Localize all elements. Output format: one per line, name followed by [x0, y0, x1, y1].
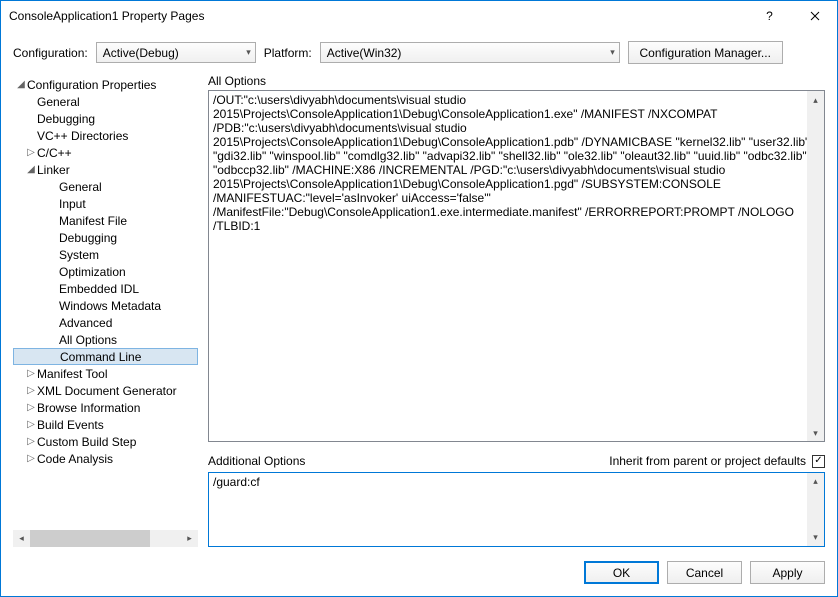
tree-item-browseinfo[interactable]: ▷Browse Information — [13, 399, 198, 416]
scroll-right-icon[interactable]: ▸ — [181, 530, 198, 547]
expand-icon: ▷ — [25, 419, 37, 430]
tree-item-linker-debugging[interactable]: Debugging — [13, 229, 198, 246]
inherit-label: Inherit from parent or project defaults — [609, 454, 806, 468]
all-options-label: All Options — [208, 74, 825, 88]
expand-icon: ▷ — [25, 402, 37, 413]
property-pages-dialog: ConsoleApplication1 Property Pages ? Con… — [0, 0, 838, 597]
all-options-textbox[interactable]: /OUT:"c:\users\divyabh\documents\visual … — [208, 90, 825, 442]
tree-item-ccpp[interactable]: ▷C/C++ — [13, 144, 198, 161]
scroll-thumb[interactable] — [30, 530, 150, 547]
tree-item-manifest-tool[interactable]: ▷Manifest Tool — [13, 365, 198, 382]
tree-item-general[interactable]: General — [13, 93, 198, 110]
tree-panel: ◢Configuration Properties General Debugg… — [13, 72, 198, 547]
tree-item-linker-winmeta[interactable]: Windows Metadata — [13, 297, 198, 314]
tree-item-linker-general[interactable]: General — [13, 178, 198, 195]
configuration-manager-button[interactable]: Configuration Manager... — [628, 41, 783, 64]
tree-root[interactable]: ◢Configuration Properties — [13, 76, 198, 93]
dialog-footer: OK Cancel Apply — [1, 551, 837, 596]
scroll-track[interactable] — [30, 530, 181, 547]
config-row: Configuration: Active(Debug) ▾ Platform:… — [1, 31, 837, 72]
scroll-down-icon[interactable]: ▾ — [807, 424, 824, 441]
inherit-checkbox-row: Inherit from parent or project defaults … — [609, 454, 825, 468]
tree-item-linker[interactable]: ◢Linker — [13, 161, 198, 178]
tree-item-buildevents[interactable]: ▷Build Events — [13, 416, 198, 433]
additional-options-row: Additional Options Inherit from parent o… — [208, 452, 825, 470]
tree-item-linker-alloptions[interactable]: All Options — [13, 331, 198, 348]
tree-item-vcdirs[interactable]: VC++ Directories — [13, 127, 198, 144]
vscroll-track[interactable] — [807, 91, 824, 441]
close-button[interactable] — [792, 2, 837, 31]
configuration-combo[interactable]: Active(Debug) ▾ — [96, 42, 256, 63]
titlebar: ConsoleApplication1 Property Pages ? — [1, 1, 837, 31]
help-button[interactable]: ? — [747, 2, 792, 31]
platform-value: Active(Win32) — [327, 46, 402, 60]
additional-options-value: /guard:cf — [213, 475, 260, 489]
scroll-down-icon[interactable]: ▾ — [807, 529, 824, 546]
window-title: ConsoleApplication1 Property Pages — [9, 9, 747, 23]
additional-options-label: Additional Options — [208, 454, 305, 468]
platform-combo[interactable]: Active(Win32) ▾ — [320, 42, 620, 63]
configuration-label: Configuration: — [13, 46, 88, 60]
tree-item-custombuild[interactable]: ▷Custom Build Step — [13, 433, 198, 450]
inherit-checkbox[interactable]: ✓ — [812, 455, 825, 468]
tree-root-label: Configuration Properties — [27, 78, 156, 92]
additional-options-textbox[interactable]: /guard:cf ▴ ▾ — [208, 472, 825, 547]
expand-icon: ▷ — [25, 385, 37, 396]
configuration-value: Active(Debug) — [103, 46, 179, 60]
platform-label: Platform: — [264, 46, 312, 60]
expand-icon: ▷ — [25, 147, 37, 158]
tree-hscrollbar[interactable]: ◂ ▸ — [13, 530, 198, 547]
scroll-up-icon[interactable]: ▴ — [807, 473, 824, 490]
ok-button[interactable]: OK — [584, 561, 659, 584]
chevron-down-icon: ▾ — [610, 47, 615, 58]
tree-item-linker-manifest[interactable]: Manifest File — [13, 212, 198, 229]
main-area: ◢Configuration Properties General Debugg… — [1, 72, 837, 551]
tree-item-codeanalysis[interactable]: ▷Code Analysis — [13, 450, 198, 467]
collapse-icon: ◢ — [25, 164, 37, 175]
scroll-up-icon[interactable]: ▴ — [807, 91, 824, 108]
chevron-down-icon: ▾ — [246, 47, 251, 58]
right-pane: All Options /OUT:"c:\users\divyabh\docum… — [208, 72, 825, 547]
check-icon: ✓ — [814, 456, 822, 466]
expand-icon: ▷ — [25, 368, 37, 379]
scroll-left-icon[interactable]: ◂ — [13, 530, 30, 547]
close-icon — [810, 11, 820, 21]
tree-item-debugging[interactable]: Debugging — [13, 110, 198, 127]
tree-item-linker-optimization[interactable]: Optimization — [13, 263, 198, 280]
property-tree[interactable]: ◢Configuration Properties General Debugg… — [13, 72, 198, 530]
cancel-button[interactable]: Cancel — [667, 561, 742, 584]
tree-item-linker-advanced[interactable]: Advanced — [13, 314, 198, 331]
tree-item-linker-input[interactable]: Input — [13, 195, 198, 212]
expand-icon: ▷ — [25, 453, 37, 464]
tree-item-linker-system[interactable]: System — [13, 246, 198, 263]
tree-item-linker-commandline[interactable]: Command Line — [13, 348, 198, 365]
tree-item-xmldocgen[interactable]: ▷XML Document Generator — [13, 382, 198, 399]
apply-button[interactable]: Apply — [750, 561, 825, 584]
expand-icon: ▷ — [25, 436, 37, 447]
all-options-text: /OUT:"c:\users\divyabh\documents\visual … — [213, 93, 809, 233]
tree-item-linker-embeddedidl[interactable]: Embedded IDL — [13, 280, 198, 297]
